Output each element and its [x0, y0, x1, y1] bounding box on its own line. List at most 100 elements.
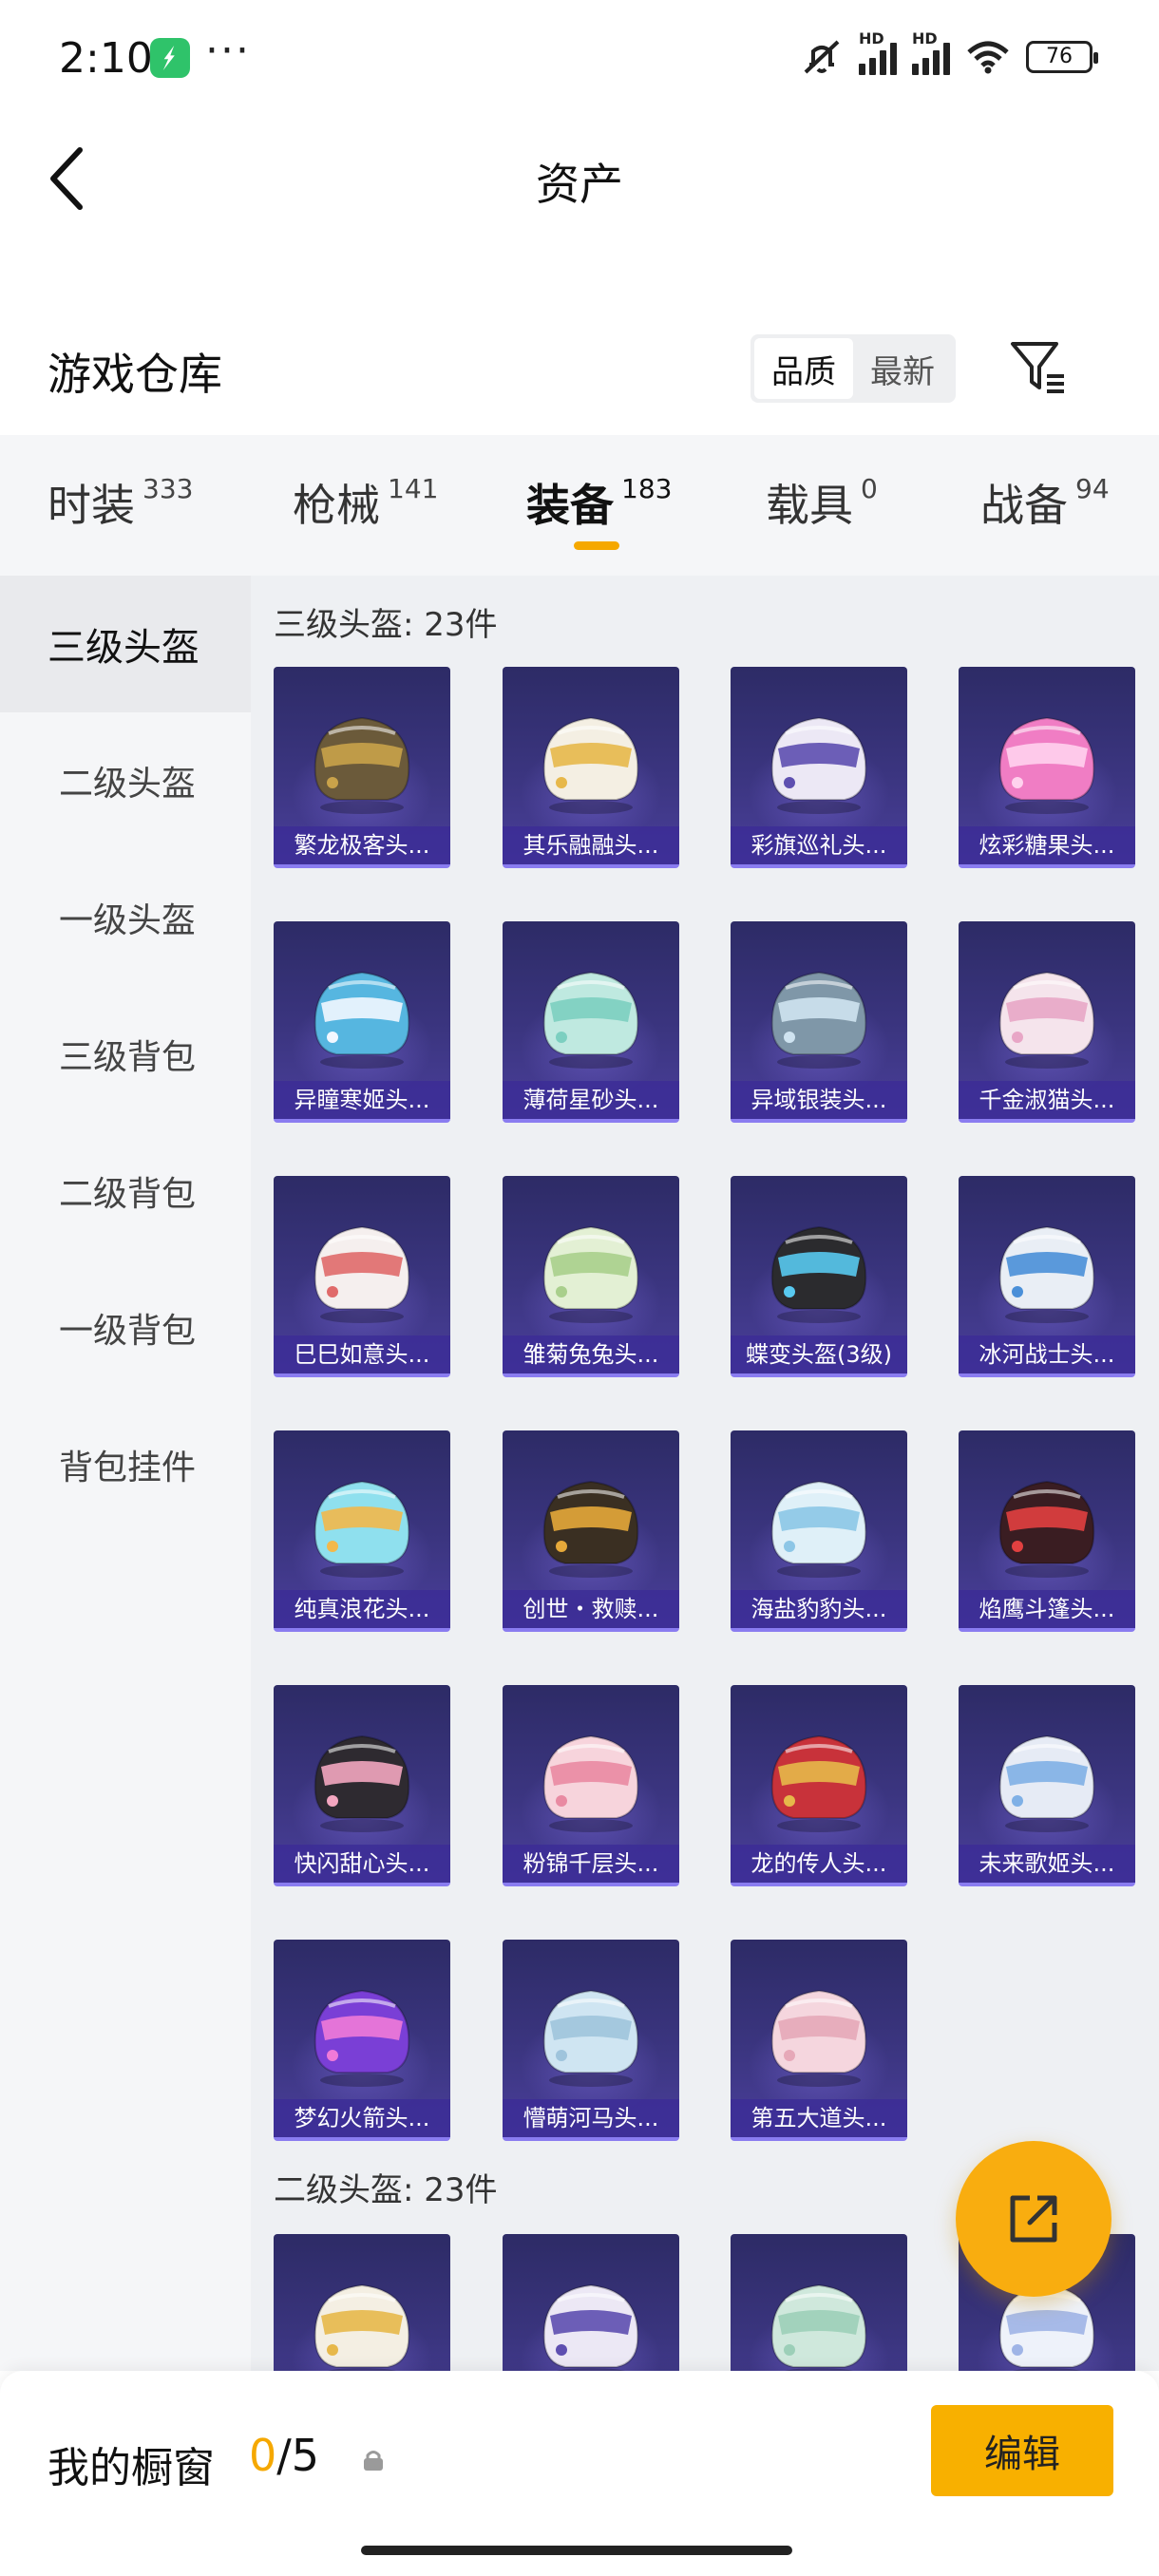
tab-fashion[interactable]: 时装 333	[48, 471, 193, 534]
lock-icon	[364, 2451, 383, 2471]
helmet-icon	[998, 1480, 1095, 1578]
helmet-item-card[interactable]: 千金淑猫头...	[959, 921, 1135, 1123]
item-name: 海盐豹豹头...	[731, 1590, 907, 1628]
helmet-icon	[998, 971, 1095, 1069]
status-time: 2:10	[59, 34, 153, 83]
showcase-count: 0/5	[249, 2430, 319, 2481]
helmet-item-card[interactable]: 第五大道头...	[731, 1940, 907, 2141]
helmet-icon	[542, 2283, 639, 2371]
sort-option-quality[interactable]: 品质	[754, 338, 853, 399]
active-tab-indicator	[574, 541, 619, 550]
item-grid: 三级头盔: 23件 繁龙极客头... 其乐融融头... 彩旗巡礼头... 炫彩糖果头.…	[251, 576, 1159, 2371]
tab-vehicles[interactable]: 载具 0	[766, 471, 878, 534]
item-name: 千金淑猫头...	[959, 1081, 1135, 1119]
helmet-icon	[542, 971, 639, 1069]
item-name: 彩旗巡礼头...	[731, 826, 907, 864]
item-name: 龙的传人头...	[731, 1845, 907, 1883]
helmet-item-card[interactable]: 龙的传人头...	[731, 1685, 907, 1886]
showcase-label: 我的橱窗	[48, 2444, 215, 2492]
home-indicator[interactable]	[361, 2546, 792, 2555]
subnav-item-level3-helmet[interactable]: 三级头盔	[0, 576, 251, 712]
item-name: 蝶变头盔(3级)	[731, 1335, 907, 1373]
helmet-item-level2-card[interactable]	[503, 2234, 679, 2371]
item-name: 异瞳寒姬头...	[274, 1081, 450, 1119]
tab-count: 141	[388, 473, 439, 504]
helmet-item-card[interactable]: 异瞳寒姬头...	[274, 921, 450, 1123]
tab-label: 载具	[766, 480, 853, 531]
item-name: 第五大道头...	[731, 2099, 907, 2137]
helmet-item-card[interactable]: 其乐融融头...	[503, 667, 679, 868]
tab-count: 333	[142, 473, 194, 504]
tab-label: 时装	[48, 480, 135, 531]
item-name: 异域银装头...	[731, 1081, 907, 1119]
hd-label: HD	[859, 29, 884, 47]
helmet-icon	[770, 1225, 867, 1323]
helmet-item-card[interactable]: 创世・救赎...	[503, 1430, 679, 1632]
tab-count: 183	[621, 473, 673, 504]
helmet-item-card[interactable]: 粉锦千层头...	[503, 1685, 679, 1886]
helmet-item-card[interactable]: 梦幻火箭头...	[274, 1940, 450, 2141]
tab-label: 枪械	[293, 480, 380, 531]
helmet-item-card[interactable]: 蝶变头盔(3级)	[731, 1176, 907, 1377]
item-name: 创世・救赎...	[503, 1590, 679, 1628]
subcategory-nav: 三级头盔 二级头盔 一级头盔 三级背包 二级背包 一级背包 背包挂件	[0, 576, 251, 2371]
helmet-item-card[interactable]: 巳巳如意头...	[274, 1176, 450, 1377]
subnav-item-level2-helmet[interactable]: 二级头盔	[0, 712, 251, 849]
item-name: 繁龙极客头...	[274, 826, 450, 864]
helmet-item-card[interactable]: 雏菊兔兔头...	[503, 1176, 679, 1377]
helmet-icon	[314, 971, 410, 1069]
tab-supplies[interactable]: 战备 94	[980, 471, 1110, 534]
helmet-item-card[interactable]: 彩旗巡礼头...	[731, 667, 907, 868]
tab-count: 94	[1075, 473, 1110, 504]
showcase-current: 0	[249, 2430, 277, 2481]
item-name: 巳巳如意头...	[274, 1335, 450, 1373]
edit-button[interactable]: 编辑	[931, 2405, 1113, 2496]
share-button[interactable]	[956, 2141, 1112, 2297]
helmet-item-card[interactable]: 薄荷星砂头...	[503, 921, 679, 1123]
helmet-icon	[542, 1989, 639, 2087]
helmet-item-card[interactable]: 异域银装头...	[731, 921, 907, 1123]
helmet-item-level2-card[interactable]	[731, 2234, 907, 2371]
tab-label: 装备	[526, 480, 614, 531]
helmet-icon	[314, 716, 410, 814]
item-name: 懵萌河马头...	[503, 2099, 679, 2137]
helmet-item-card[interactable]: 炫彩糖果头...	[959, 667, 1135, 868]
helmet-item-card[interactable]: 快闪甜心头...	[274, 1685, 450, 1886]
helmet-item-card[interactable]: 冰河战士头...	[959, 1176, 1135, 1377]
item-name: 粉锦千层头...	[503, 1845, 679, 1883]
helmet-icon	[770, 1989, 867, 2087]
helmet-icon	[542, 1734, 639, 1832]
filter-icon[interactable]	[1009, 338, 1068, 397]
vibrate-mute-icon	[804, 40, 840, 74]
group-title-level3: 三级头盔: 23件	[274, 606, 498, 644]
subnav-item-level2-backpack[interactable]: 二级背包	[0, 1123, 251, 1260]
security-app-icon	[150, 38, 190, 78]
item-name: 雏菊兔兔头...	[503, 1335, 679, 1373]
tab-weapons[interactable]: 枪械 141	[293, 471, 438, 534]
subnav-item-level3-backpack[interactable]: 三级背包	[0, 986, 251, 1123]
helmet-item-card[interactable]: 海盐豹豹头...	[731, 1430, 907, 1632]
helmet-item-card[interactable]: 纯真浪花头...	[274, 1430, 450, 1632]
item-name: 纯真浪花头...	[274, 1590, 450, 1628]
sort-option-newest[interactable]: 最新	[853, 338, 952, 399]
item-name: 梦幻火箭头...	[274, 2099, 450, 2137]
helmet-item-card[interactable]: 懵萌河马头...	[503, 1940, 679, 2141]
item-name: 其乐融融头...	[503, 826, 679, 864]
wifi-icon	[967, 41, 1009, 74]
signal-icon-sim1: HD	[859, 29, 897, 75]
group-title-level2: 二级头盔: 23件	[274, 2171, 498, 2209]
helmet-item-card[interactable]: 焰鹰斗篷头...	[959, 1430, 1135, 1632]
helmet-item-card[interactable]: 繁龙极客头...	[274, 667, 450, 868]
helmet-icon	[998, 1225, 1095, 1323]
section-title: 游戏仓库	[48, 349, 222, 400]
helmet-item-level2-card[interactable]	[274, 2234, 450, 2371]
battery-icon: 76	[1026, 41, 1098, 73]
subnav-item-backpack-pendant[interactable]: 背包挂件	[0, 1396, 251, 1533]
item-name: 炫彩糖果头...	[959, 826, 1135, 864]
helmet-icon	[998, 1734, 1095, 1832]
tab-equipment[interactable]: 装备 183	[526, 471, 672, 534]
helmet-item-card[interactable]: 未来歌姬头...	[959, 1685, 1135, 1886]
subnav-item-level1-backpack[interactable]: 一级背包	[0, 1260, 251, 1396]
subnav-item-level1-helmet[interactable]: 一级头盔	[0, 849, 251, 986]
item-name: 薄荷星砂头...	[503, 1081, 679, 1119]
